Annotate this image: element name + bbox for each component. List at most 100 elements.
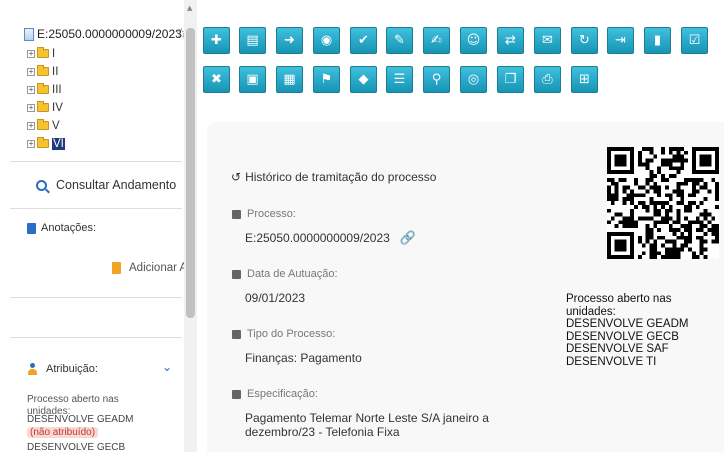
expand-icon[interactable]: + bbox=[27, 49, 35, 58]
historico-link[interactable]: ↺ Histórico de tramitação do processo bbox=[231, 170, 436, 184]
divider bbox=[10, 208, 182, 209]
unidade-item: DESENVOLVE SAF bbox=[566, 343, 669, 355]
send-process-icon[interactable]: ➜ bbox=[276, 27, 303, 54]
new-document-icon[interactable]: ✚ bbox=[203, 27, 230, 54]
divider bbox=[10, 161, 182, 162]
follow-process-icon[interactable]: ◉ bbox=[313, 27, 340, 54]
tree-item-volume-3[interactable]: + III bbox=[27, 83, 62, 96]
processo-value-row: E:25050.0000000009/2023 🔗 bbox=[245, 231, 416, 246]
tree-item-label[interactable]: I bbox=[52, 48, 55, 60]
tipo-processo-value: Finanças: Pagamento bbox=[245, 351, 362, 365]
consultar-andamento-label[interactable]: Consultar Andamento bbox=[56, 178, 176, 192]
zip-icon[interactable]: ▦ bbox=[276, 66, 303, 93]
unidades-label: Processo aberto nas unidades: bbox=[566, 293, 672, 318]
anotacoes-header: Anotações: bbox=[27, 222, 96, 234]
expand-icon[interactable]: + bbox=[27, 139, 35, 148]
data-autuacao-label-row: Data de Autuação: bbox=[232, 268, 338, 280]
qr-code bbox=[607, 147, 719, 259]
process-icon bbox=[232, 209, 241, 219]
move-document-icon[interactable]: ⇥ bbox=[607, 27, 634, 54]
block-icon[interactable]: ⊞ bbox=[571, 66, 598, 93]
expand-icon[interactable]: + bbox=[27, 103, 35, 112]
processo-label-row: Processo: bbox=[232, 208, 296, 220]
tree-item-label[interactable]: II bbox=[52, 66, 58, 78]
chevron-down-icon[interactable]: ⌄ bbox=[162, 360, 172, 374]
expand-icon[interactable]: + bbox=[27, 67, 35, 76]
email-icon[interactable]: ✉ bbox=[534, 27, 561, 54]
historico-label[interactable]: Histórico de tramitação do processo bbox=[245, 170, 436, 184]
processo-value: E:25050.0000000009/2023 bbox=[245, 231, 390, 245]
tree-item-volume-4[interactable]: + IV bbox=[27, 101, 63, 114]
like-icon[interactable]: ✔ bbox=[350, 27, 377, 54]
divider bbox=[10, 337, 182, 338]
include-document-icon[interactable]: ▤ bbox=[239, 27, 266, 54]
tipo-processo-label: Tipo do Processo: bbox=[247, 328, 336, 340]
add-note-icon bbox=[112, 262, 121, 274]
sign-icon[interactable]: ✍ bbox=[423, 27, 450, 54]
user-icon bbox=[27, 363, 38, 375]
calendar-icon bbox=[232, 269, 241, 279]
tree-item-volume-1[interactable]: + I bbox=[27, 47, 55, 60]
print-icon[interactable]: ⎙ bbox=[534, 66, 561, 93]
anotacoes-label: Anotações: bbox=[41, 222, 97, 234]
sidebar-unit-name: DESENVOLVE GEADM bbox=[27, 414, 134, 425]
search-icon bbox=[36, 179, 47, 191]
divider bbox=[10, 297, 182, 298]
comment-icon bbox=[232, 389, 241, 399]
relate-process-icon[interactable]: ⇄ bbox=[497, 27, 524, 54]
unidade-item: DESENVOLVE GECB bbox=[566, 330, 679, 343]
folder-icon bbox=[37, 137, 49, 148]
folder-icon bbox=[37, 119, 49, 130]
tree-item-label[interactable]: V bbox=[52, 120, 60, 132]
tree-item-volume-6[interactable]: + VI bbox=[27, 137, 65, 150]
search-icon[interactable]: ⚲ bbox=[423, 66, 450, 93]
unidade-item: DESENVOLVE TI bbox=[566, 355, 657, 368]
expand-icon[interactable]: + bbox=[27, 85, 35, 94]
process-tree-panel: E:25050.0000000009/2023 ☆ + I + II + III… bbox=[0, 0, 197, 452]
data-autuacao-value: 09/01/2023 bbox=[245, 291, 306, 305]
unidade-item: DESENVOLVE GEADM bbox=[566, 318, 689, 330]
process-document-icon bbox=[24, 27, 34, 41]
folder-icon bbox=[37, 65, 49, 76]
consultar-andamento-link[interactable]: Consultar Andamento bbox=[36, 178, 176, 192]
folder-icon bbox=[37, 101, 49, 112]
view-icon[interactable]: ◎ bbox=[460, 66, 487, 93]
unassigned-badge: (não atribuído) bbox=[27, 427, 99, 438]
pdf-icon[interactable]: ▣ bbox=[239, 66, 266, 93]
tree-item-volume-2[interactable]: + II bbox=[27, 65, 58, 78]
list-icon[interactable]: ☰ bbox=[386, 66, 413, 93]
tipo-processo-label-row: Tipo do Processo: bbox=[232, 328, 335, 340]
expand-icon[interactable]: + bbox=[27, 121, 35, 130]
scroll-up-icon[interactable]: ▲ bbox=[187, 4, 192, 12]
unidades-abertas: Processo aberto nas unidades: DESENVOLVE… bbox=[566, 293, 724, 368]
tree-item-label[interactable]: IV bbox=[52, 102, 63, 114]
processo-label: Processo: bbox=[247, 208, 296, 220]
inbox-icon bbox=[232, 329, 241, 339]
cancel-document-icon[interactable]: ✖ bbox=[203, 66, 230, 93]
tree-root-process[interactable]: E:25050.0000000009/2023 bbox=[24, 27, 182, 41]
edit-form-icon[interactable]: ✎ bbox=[386, 27, 413, 54]
history-icon: ↺ bbox=[231, 170, 242, 184]
check-list-icon[interactable]: ☑ bbox=[681, 27, 708, 54]
note-icon bbox=[27, 222, 36, 234]
sidebar-scrollbar[interactable]: ▲ bbox=[184, 0, 197, 452]
tree-item-label[interactable]: VI bbox=[52, 137, 65, 150]
folder-icon bbox=[37, 83, 49, 94]
data-autuacao-label: Data de Autuação: bbox=[247, 268, 338, 280]
tree-item-volume-5[interactable]: + V bbox=[27, 119, 60, 132]
tree-item-label[interactable]: III bbox=[52, 84, 62, 96]
duplicate-icon[interactable]: ❐ bbox=[497, 66, 524, 93]
link-icon[interactable]: 🔗 bbox=[400, 231, 416, 246]
atribuicao-header[interactable]: Atribuição: bbox=[27, 363, 98, 375]
especificacao-value: Pagamento Telemar Norte Leste S/A janeir… bbox=[245, 411, 489, 439]
sync-icon[interactable]: ↻ bbox=[571, 27, 598, 54]
flag-icon[interactable]: ⚑ bbox=[313, 66, 340, 93]
tag-icon[interactable]: ◆ bbox=[350, 66, 377, 93]
stats-icon[interactable]: ▮ bbox=[644, 27, 671, 54]
tree-root-label[interactable]: E:25050.0000000009/2023 bbox=[37, 27, 182, 41]
scrollbar-thumb[interactable] bbox=[186, 28, 195, 318]
assign-user-icon[interactable]: ☺ bbox=[460, 27, 487, 54]
especificacao-label: Especificação: bbox=[247, 388, 318, 400]
sidebar-unit-name: DESENVOLVE GECB bbox=[27, 442, 126, 452]
atribuicao-label: Atribuição: bbox=[46, 363, 98, 375]
